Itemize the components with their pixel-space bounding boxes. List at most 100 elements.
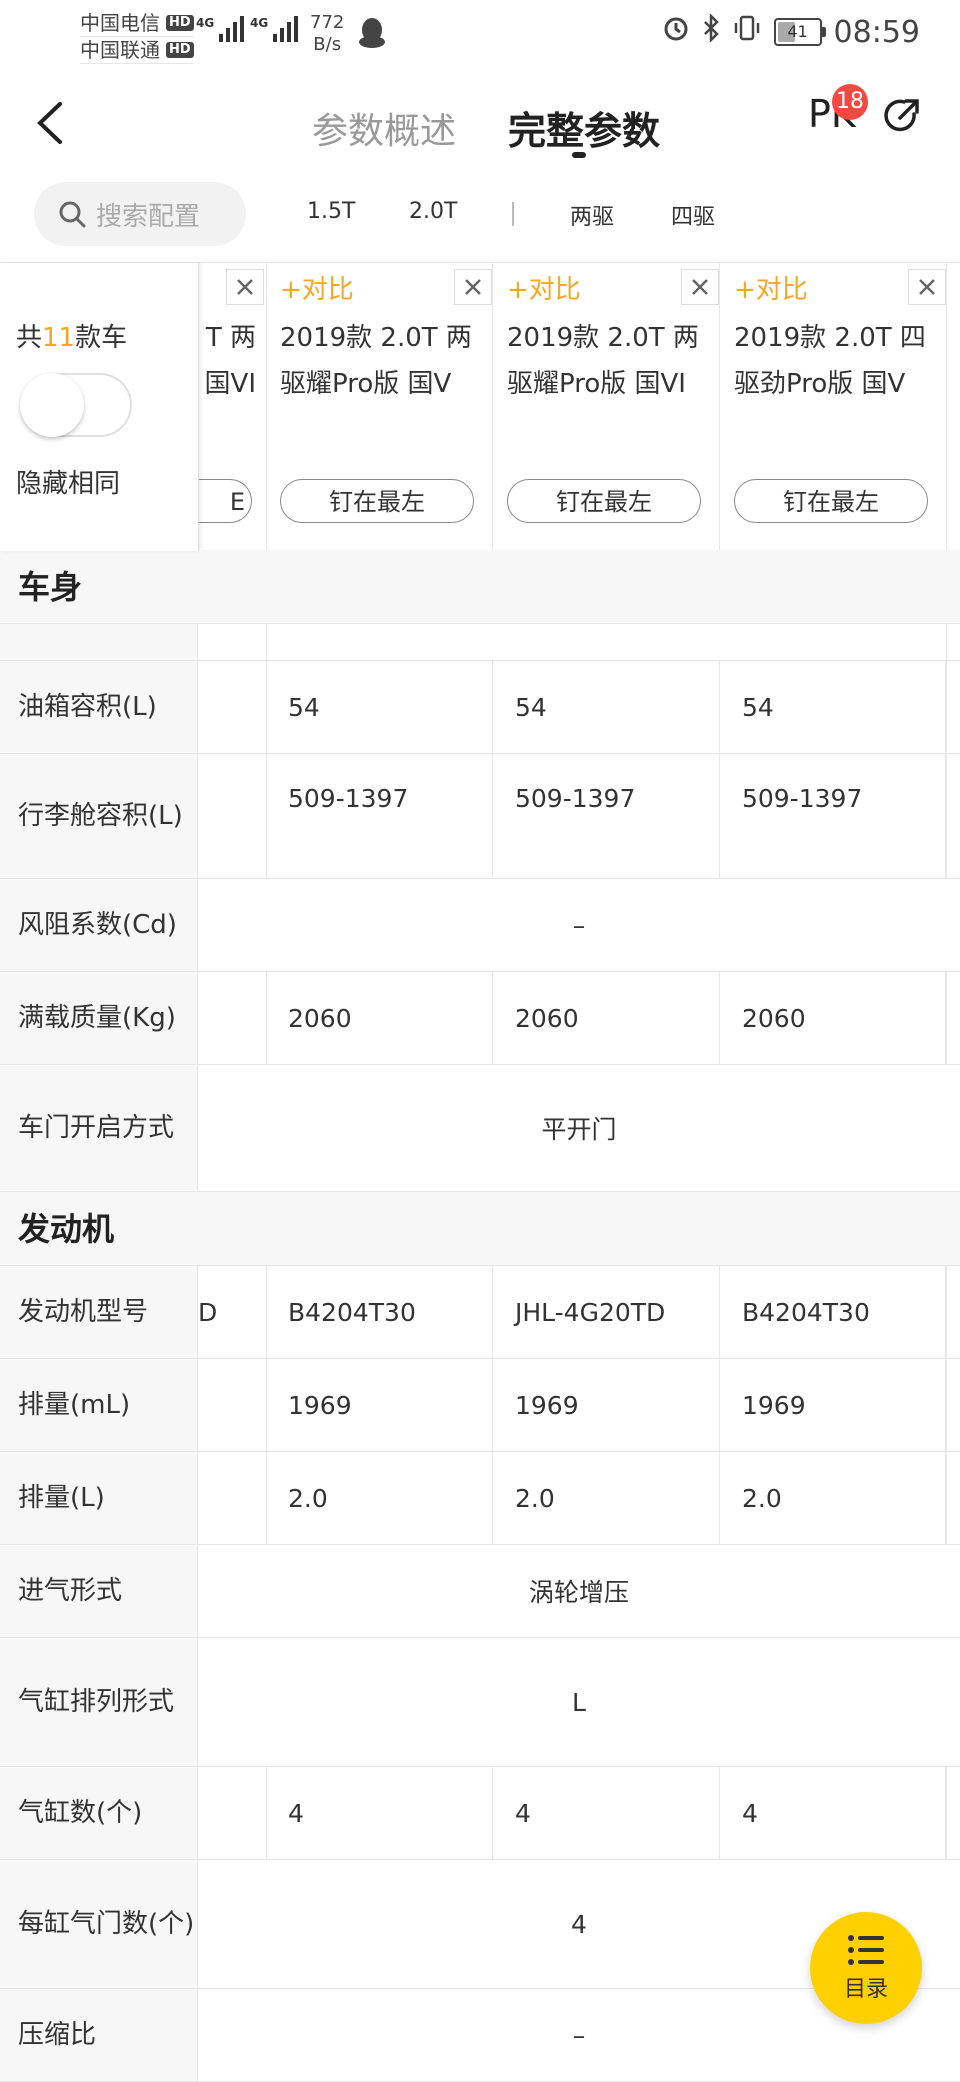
add-compare-button[interactable]: +对比 (280, 269, 354, 306)
table-row: 车门开启方式 平开门 (0, 1065, 960, 1192)
row-label: 每缸气门数(个) (0, 1860, 198, 1988)
carrier-info: 中国电信 HD 中国联通 HD (80, 10, 194, 64)
table-row: 满载质量(Kg) 2060 2060 2060 (0, 972, 960, 1065)
qq-penguin-icon (358, 16, 386, 54)
row-value: 2060 (266, 972, 493, 1064)
catalog-button[interactable]: 目录 (810, 1912, 922, 2024)
hd-badge: HD (166, 42, 194, 58)
clock: 08:59 (833, 14, 920, 50)
status-bar: 中国电信 HD 中国联通 HD 4G 4G 772 B/s 41 08:59 (0, 0, 960, 72)
row-label: 进气形式 (0, 1545, 198, 1637)
row-value: 1969 (720, 1359, 946, 1451)
carrier-1: 中国电信 (80, 11, 160, 35)
net-speed-value: 772 (310, 12, 345, 33)
section-header-body: 车身 (0, 550, 960, 624)
row-label: 行李舱容积(L) (0, 754, 198, 878)
row-label: 排量(mL) (0, 1359, 198, 1451)
filter-2-0t[interactable]: 2.0T (409, 199, 457, 224)
row-label: 气缸排列形式 (0, 1638, 198, 1766)
search-placeholder: 搜索配置 (96, 201, 201, 232)
row-value: 4 (266, 1767, 493, 1859)
car-column-3: +对比 2019款 2.0T 四驱劲Pro版 国V 钉在最左 (720, 263, 947, 551)
car-name: 2019款 2.0T 两驱耀Pro版 国VI (507, 323, 699, 399)
hd-badge: HD (166, 15, 194, 31)
table-row-clipped (0, 624, 960, 661)
table-row: 发动机型号 D B4204T30 JHL-4G20TD B4204T30 (0, 1266, 960, 1359)
row-value: B4204T30 (720, 1266, 946, 1358)
close-icon (237, 279, 253, 295)
filter-4wd[interactable]: 四驱 (671, 199, 715, 231)
row-label: 车门开启方式 (0, 1065, 198, 1191)
nav-bar: 参数概述 完整参数 PK 18 (0, 72, 960, 172)
net-speed: 772 B/s (310, 12, 344, 56)
pin-left-button[interactable]: E (198, 479, 252, 523)
row-value-merged: 涡轮增压 (528, 1578, 629, 1607)
hide-same-label: 隐藏相同 (16, 469, 121, 499)
battery-icon: 41 (773, 18, 826, 46)
car-count: 共11款车 (16, 323, 128, 353)
row-value: 1969 (493, 1359, 720, 1451)
catalog-label: 目录 (843, 1977, 888, 2002)
row-label: 压缩比 (0, 1989, 198, 2081)
add-compare-button[interactable]: +对比 (734, 269, 808, 306)
row-label: 油箱容积(L) (0, 661, 198, 753)
params-table: 车身 油箱容积(L) 54 54 54 行李舱容积(L) 509-1397 50… (0, 550, 960, 2082)
car-header: 共11款车 隐藏相同 T 两国VI E +对比 2019款 2.0T 两驱耀Pr… (0, 262, 960, 552)
search-input[interactable]: 搜索配置 (34, 182, 246, 246)
pin-left-button[interactable]: 钉在最左 (280, 479, 474, 523)
bluetooth-icon (702, 12, 720, 50)
row-value: 509-1397 (493, 754, 720, 878)
row-value-partial: D (198, 1266, 267, 1358)
net-type: 4G (196, 16, 215, 30)
table-row: 排量(L) 2.0 2.0 2.0 (0, 1452, 960, 1545)
row-value: 2.0 (720, 1452, 946, 1544)
filter-1-5t[interactable]: 1.5T (307, 199, 355, 224)
car-name-partial: T 两国VI (204, 323, 256, 399)
list-icon (848, 1935, 884, 1965)
row-value: 54 (720, 661, 946, 753)
pk-count-badge: 18 (832, 84, 868, 120)
section-header-engine: 发动机 (0, 1192, 960, 1266)
filter-divider (512, 202, 514, 226)
search-icon (59, 201, 86, 228)
row-label: 排量(L) (0, 1452, 198, 1544)
net-type: 4G (250, 16, 269, 30)
remove-car-button[interactable] (226, 269, 264, 305)
back-button[interactable] (34, 100, 74, 146)
hide-same-toggle[interactable] (20, 373, 132, 437)
table-row: 排量(mL) 1969 1969 1969 (0, 1359, 960, 1452)
row-value: B4204T30 (266, 1266, 493, 1358)
share-icon (884, 99, 919, 132)
car-column-2: +对比 2019款 2.0T 两驱耀Pro版 国VI 钉在最左 (493, 263, 720, 551)
filter-2wd[interactable]: 两驱 (570, 199, 614, 231)
share-button[interactable] (882, 96, 922, 140)
vibrate-icon (732, 14, 762, 50)
tab-full-params[interactable]: 完整参数 (508, 100, 660, 155)
table-row: 气缸数(个) 4 4 4 (0, 1767, 960, 1860)
car-name: 2019款 2.0T 四驱劲Pro版 国V (734, 323, 926, 399)
tab-overview[interactable]: 参数概述 (312, 102, 456, 154)
chevron-left-icon (37, 102, 62, 144)
close-icon (692, 279, 708, 295)
alarm-icon (662, 14, 690, 50)
row-value: 2.0 (493, 1452, 720, 1544)
row-value: 509-1397 (720, 754, 946, 878)
add-compare-button[interactable]: +对比 (507, 269, 581, 306)
remove-car-button[interactable] (681, 269, 719, 305)
net-speed-unit: B/s (313, 34, 342, 55)
table-row: 风阻系数(Cd) – (0, 879, 960, 972)
car-column-1: +对比 2019款 2.0T 两驱耀Pro版 国V 钉在最左 (266, 263, 493, 551)
row-label-clipped (0, 624, 198, 660)
remove-car-button[interactable] (908, 269, 946, 305)
row-value: 509-1397 (266, 754, 493, 878)
signal-icon: 4G (196, 16, 245, 42)
row-value: 4 (720, 1767, 946, 1859)
row-value: 54 (493, 661, 720, 753)
row-label: 风阻系数(Cd) (0, 879, 198, 971)
close-icon (465, 279, 481, 295)
remove-car-button[interactable] (454, 269, 492, 305)
filter-bar: 搜索配置 1.5T 2.0T 两驱 四驱 (0, 172, 960, 262)
row-value-merged: L (572, 1687, 586, 1717)
pin-left-button[interactable]: 钉在最左 (734, 479, 928, 523)
pin-left-button[interactable]: 钉在最左 (507, 479, 701, 523)
